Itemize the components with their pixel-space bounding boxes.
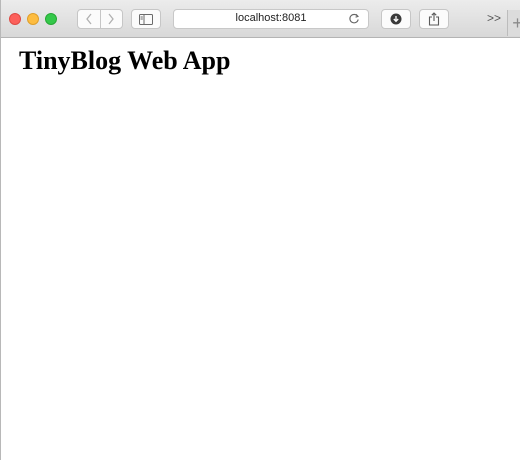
address-bar[interactable]: localhost:8081	[173, 9, 369, 29]
navigation-buttons	[77, 9, 123, 29]
browser-window: localhost:8081 >> + TinyBlog Web App	[0, 0, 520, 460]
forward-button[interactable]	[99, 10, 123, 28]
share-icon	[428, 12, 440, 26]
sidebar-toggle-button[interactable]	[131, 9, 161, 29]
page-title: TinyBlog Web App	[19, 46, 231, 75]
close-window-button[interactable]	[9, 13, 21, 25]
sidebar-icon	[139, 13, 153, 25]
url-text: localhost:8081	[235, 12, 307, 24]
browser-toolbar: localhost:8081 >> +	[1, 0, 520, 38]
download-icon	[390, 13, 402, 25]
new-tab-button[interactable]: +	[507, 10, 520, 36]
back-button[interactable]	[78, 10, 100, 28]
minimize-window-button[interactable]	[27, 13, 39, 25]
page-content: TinyBlog Web App	[1, 38, 520, 460]
zoom-window-button[interactable]	[45, 13, 57, 25]
reload-icon[interactable]	[348, 13, 360, 25]
chevron-left-icon	[85, 13, 92, 25]
toolbar-overflow-button[interactable]: >>	[487, 11, 501, 25]
chevron-right-icon	[108, 13, 115, 25]
download-button[interactable]	[381, 9, 411, 29]
share-button[interactable]	[419, 9, 449, 29]
